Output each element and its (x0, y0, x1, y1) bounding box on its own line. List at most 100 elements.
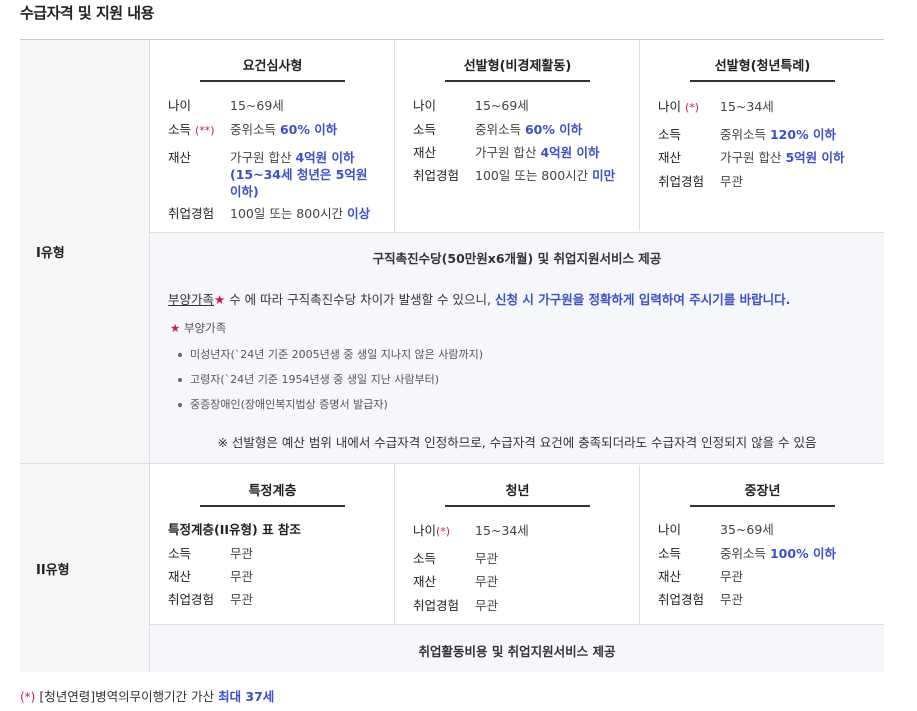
value-highlight: 미만 (592, 168, 616, 183)
criteria-value: 15~34세 (720, 99, 774, 114)
section-title: 수급자격 및 지원 내용 (20, 4, 154, 22)
value-text: 중위소득 (230, 122, 280, 137)
type2-column-middleaged: 중장년 나이 35~69세 소득 중위소득 100% 이하 재산 무관 취업경험 무관 (640, 465, 885, 624)
value-text: 100일 또는 800시간 (475, 168, 593, 183)
criteria-row: 소득 무관 (413, 550, 634, 567)
column-header: 중장년 (690, 480, 835, 507)
type1-column-selective-inactive: 선발형(비경제활동) 나이 15~69세 소득 중위소득 60% 이하 재산 가구원 … (395, 40, 640, 231)
criteria-key: 소득 (168, 546, 192, 561)
criteria-row: 취업경험 무관 (168, 591, 389, 608)
criteria-key: 소득 (**) (168, 121, 230, 139)
list-item: 미성년자(`24년 기준 2005년생 중 생일 지나지 않은 사람까지) (178, 346, 483, 362)
note-highlight: 신청 시 가구원을 정확하게 입력하여 주시기를 바랍니다. (494, 292, 791, 307)
criteria-key: 소득 (658, 127, 682, 142)
criteria-row: 취업경험 100일 또는 800시간 이상 (168, 205, 389, 222)
criteria-value: 무관 (230, 592, 254, 607)
type1-column-review: 요건심사형 나이 15~69세 소득 (**) 중위소득 60% 이하 재산 가구원 … (150, 40, 395, 231)
list-item: 중증장애인(장애인복지법상 증명서 발급자) (178, 396, 388, 412)
key-text: 나이 (658, 99, 682, 114)
criteria-key: 취업경험 (658, 174, 705, 189)
criteria-value: 무관 (230, 569, 254, 584)
type2-column-youth: 청년 나이(*) 15~34세 소득 무관 재산 무관 취업경험 무관 (395, 465, 640, 624)
value-text: 100일 또는 800시간 (230, 206, 348, 221)
type1-column-selective-youth: 선발형(청년특례) 나이 (*) 15~34세 소득 중위소득 120% 이하 재산… (640, 40, 885, 231)
criteria-value: 15~69세 (475, 98, 529, 113)
criteria-key: 취업경험 (168, 206, 215, 221)
row-head-type2: II유형 (20, 464, 150, 672)
footnote-mark: (*) (685, 101, 700, 114)
value-text: 중위소득 (720, 546, 770, 561)
star-icon: ★ (170, 321, 181, 335)
criteria-value: 무관 (720, 592, 744, 607)
footnote-highlight: 최대 37세 (218, 689, 275, 704)
footnote-text: [청년연령]병역의무이행기간 가산 (35, 689, 219, 704)
note-text: 수 에 따라 구직촉진수당 차이가 발생할 수 있으니, (225, 292, 495, 307)
column-header: 요건심사형 (200, 55, 345, 82)
dependents-title: ★ 부양가족 (170, 320, 226, 336)
list-item-text: 고령자(`24년 기준 1954년생 중 생일 지난 사람부터) (190, 373, 440, 386)
type1-support-panel: 구직촉진수당(50만원x6개월) 및 취업지원서비스 제공 부양가족★ 수 에 … (150, 232, 884, 464)
criteria-value: 중위소득 60% 이하 (475, 121, 582, 138)
criteria-row: 소득 무관 (168, 545, 389, 562)
criteria-value: 무관 (475, 551, 499, 566)
criteria-key: 재산 (658, 150, 682, 165)
footnote-mark: (*) (436, 525, 451, 538)
youth-age-footnote: (*) [청년연령]병역의무이행기간 가산 최대 37세 (20, 686, 274, 705)
type2-column-special: 특정계층 특정계층(II유형) 표 참조 소득 무관 재산 무관 취업경험 무관 (150, 465, 395, 624)
value-text: 중위소득 (475, 122, 525, 137)
criteria-row: 취업경험 무관 (658, 591, 879, 608)
criteria-value: 15~69세 (230, 98, 284, 113)
star-icon: ★ (214, 292, 226, 307)
key-text: 나이 (413, 523, 437, 538)
criteria-row: 소득 중위소득 60% 이하 (413, 121, 634, 138)
criteria-value: 가구원 합산 4억원 이하 (475, 144, 600, 161)
value-highlight: 60% 이하 (524, 122, 583, 137)
criteria-lead: 특정계층(II유형) 표 참조 (168, 522, 301, 537)
criteria-row: 재산 무관 (658, 568, 879, 585)
value-highlight: 100% 이하 (769, 546, 836, 561)
criteria-key: 나이 (413, 98, 437, 113)
criteria-value: 100일 또는 800시간 미만 (475, 167, 615, 184)
criteria-key: 소득 (413, 551, 437, 566)
criteria-value: 가구원 합산 5억원 이하 (720, 149, 845, 166)
support-title: 구직촉진수당(50만원x6개월) 및 취업지원서비스 제공 (372, 251, 662, 266)
criteria-value: 무관 (475, 598, 499, 613)
criteria-key: 나이 (*) (658, 98, 720, 116)
criteria-value: 35~69세 (720, 522, 774, 537)
criteria-row: 재산 가구원 합산 4억원 이하 (413, 144, 634, 161)
criteria-row: 재산 가구원 합산 4억원 이하 (15~34세 청년은 5억원 이하) (168, 149, 389, 200)
criteria-value: 가구원 합산 4억원 이하 (15~34세 청년은 5억원 이하) (230, 149, 380, 200)
support-title: 취업활동비용 및 취업지원서비스 제공 (418, 644, 616, 659)
criteria-key: 나이 (658, 522, 682, 537)
eligibility-table: I유형 II유형 요건심사형 나이 15~69세 소득 (**) 중위소득 60% … (20, 39, 884, 672)
dependents-note: 부양가족★ 수 에 따라 구직촉진수당 차이가 발생할 수 있으니, 신청 시 … (168, 289, 790, 308)
criteria-value: 무관 (475, 574, 499, 589)
criteria-key: 취업경험 (413, 598, 460, 613)
list-item: 고령자(`24년 기준 1954년생 중 생일 지난 사람부터) (178, 371, 439, 387)
criteria-row: 나이 15~69세 (413, 97, 634, 114)
type1-label: I유형 (36, 246, 65, 261)
list-item-text: 중증장애인(장애인복지법상 증명서 발급자) (190, 398, 388, 411)
criteria-value: 중위소득 60% 이하 (230, 121, 337, 139)
selective-notice: ※ 선발형은 예산 범위 내에서 수급자격 인정하므로, 수급자격 요건에 충족… (217, 435, 817, 450)
criteria-row: 나이 35~69세 (658, 521, 879, 538)
criteria-row: 재산 무관 (168, 568, 389, 585)
criteria-row: 재산 무관 (413, 573, 634, 590)
criteria-key: 취업경험 (168, 592, 215, 607)
criteria-value: 무관 (720, 569, 744, 584)
row-head-type1: I유형 (20, 40, 150, 464)
criteria-key: 취업경험 (658, 592, 705, 607)
criteria-row: 소득 중위소득 120% 이하 (658, 126, 879, 143)
value-highlight: 120% 이하 (769, 127, 836, 142)
criteria-row: 취업경험 100일 또는 800시간 미만 (413, 167, 634, 184)
criteria-value: 무관 (230, 546, 254, 561)
criteria-row: 나이 (*) 15~34세 (658, 98, 879, 116)
criteria-value: 중위소득 100% 이하 (720, 545, 836, 562)
criteria-row: 소득 (**) 중위소득 60% 이하 (168, 121, 389, 139)
note-underlined: 부양가족 (168, 292, 215, 307)
footnote-mark: (**) (195, 124, 215, 137)
bullet-icon (178, 403, 182, 407)
criteria-row: 재산 가구원 합산 5억원 이하 (658, 149, 879, 166)
bullet-icon (178, 378, 182, 382)
criteria-row: 소득 중위소득 100% 이하 (658, 545, 879, 562)
